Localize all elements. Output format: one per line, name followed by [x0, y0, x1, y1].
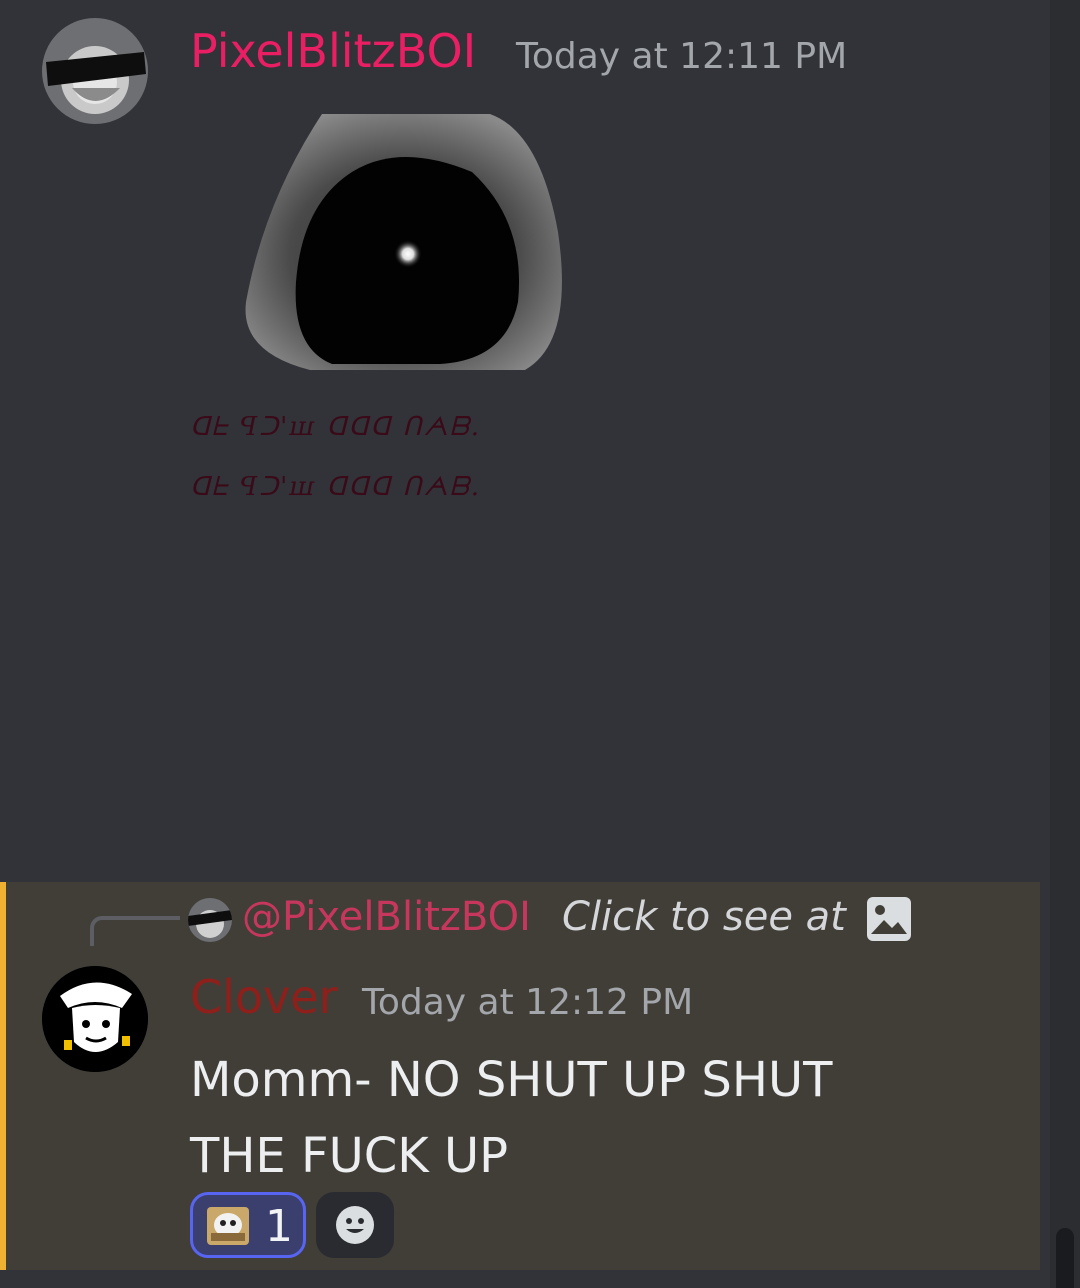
message-line: THE FUCK UP — [190, 1128, 509, 1184]
cipher-text-line: ᗡᖶ ꟼᑐ'ꟺ ꓷᗡꓷ ᑎᗅᗷ. — [190, 412, 482, 442]
reply-preview-text[interactable]: Click to see at — [562, 894, 846, 940]
custom-emoji-icon — [207, 1207, 249, 1245]
reply-spine — [90, 916, 180, 946]
chat-panel: PixelBlitzBOI Today at 12:11 PM ᗡᖶ ꟼᑐ'ꟺ … — [0, 0, 1080, 1288]
scrollbar-track[interactable] — [1050, 0, 1080, 1288]
message-clover-mention-highlight[interactable]: @PixelBlitzBOI Click to see at Clover To — [0, 882, 1040, 1270]
reply-avatar — [188, 898, 232, 942]
mention-highlight-bar — [0, 882, 6, 1270]
reaction-count: 1 — [265, 1201, 293, 1252]
cipher-text-line: ᗡᖶ ꟼᑐ'ꟺ ꓷᗡꓷ ᑎᗅᗷ. — [190, 472, 482, 502]
username[interactable]: PixelBlitzBOI — [190, 28, 476, 74]
message-line: Momm- NO SHUT UP SHUT — [190, 1052, 833, 1108]
reaction-button[interactable]: 1 — [190, 1192, 306, 1258]
image-attachment[interactable] — [240, 112, 575, 372]
add-reaction-button[interactable] — [316, 1192, 394, 1258]
message-content: Momm- NO SHUT UP SHUT THE FUCK UP — [190, 1042, 910, 1194]
reply-mention[interactable]: @PixelBlitzBOI — [242, 894, 531, 940]
emoji-smile-icon — [336, 1206, 374, 1244]
message-pixelblitzboi[interactable]: PixelBlitzBOI Today at 12:11 PM ᗡᖶ ꟼᑐ'ꟺ … — [0, 0, 1050, 880]
timestamp: Today at 12:11 PM — [516, 36, 848, 77]
username[interactable]: Clover — [190, 974, 337, 1020]
avatar[interactable] — [42, 18, 148, 124]
scrollbar-thumb[interactable] — [1056, 1228, 1074, 1288]
timestamp: Today at 12:12 PM — [362, 982, 694, 1023]
avatar[interactable] — [42, 966, 148, 1072]
image-icon — [866, 896, 912, 942]
